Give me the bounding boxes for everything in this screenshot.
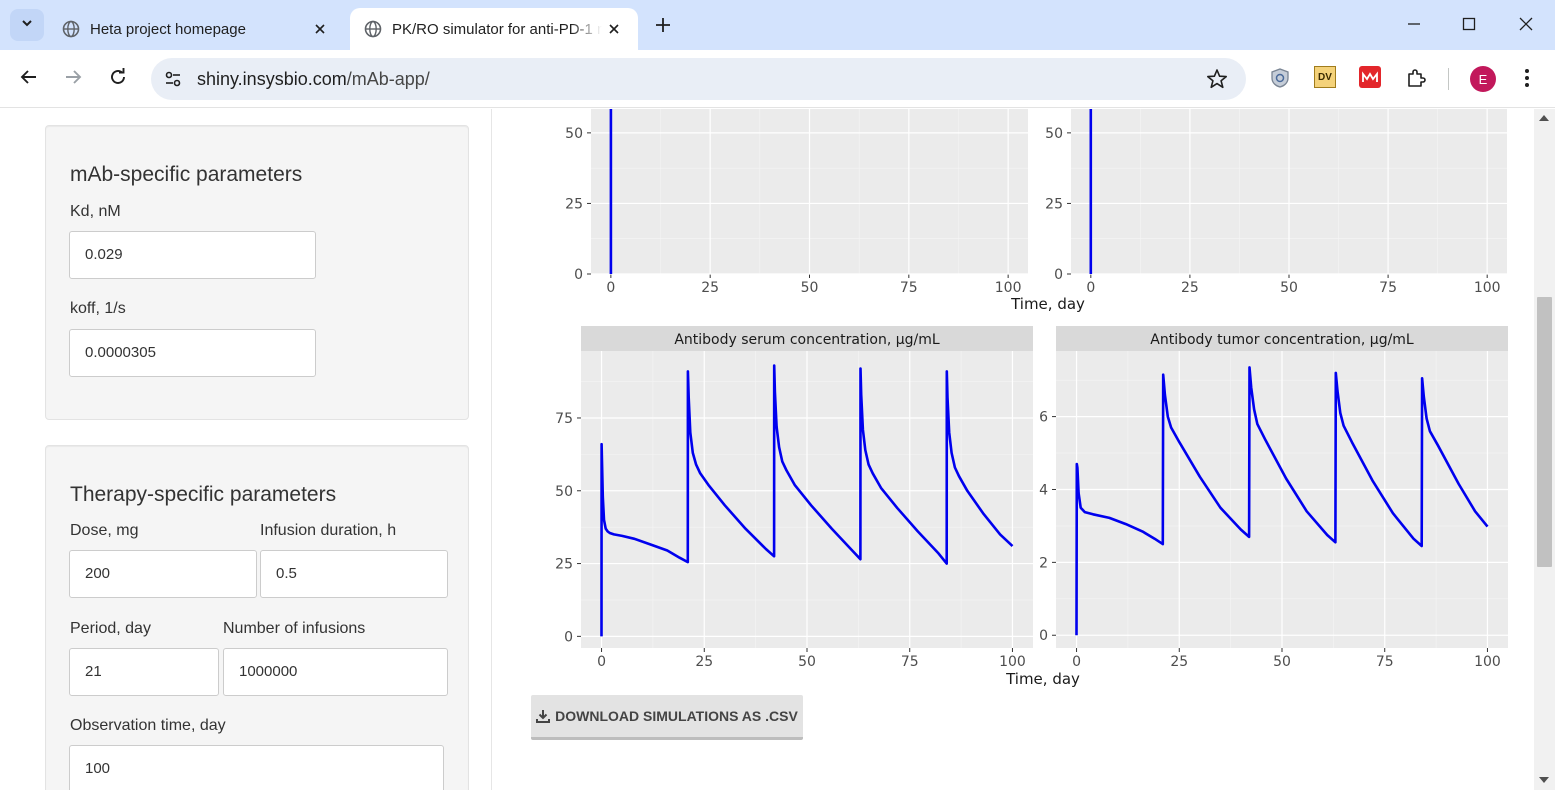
new-tab-button[interactable] [650, 14, 676, 40]
y-tick-label: 50 [565, 126, 583, 142]
url-path: /mAb-app/ [346, 69, 430, 89]
close-window-button[interactable] [1512, 12, 1540, 40]
x-axis-title: Time, day [1010, 295, 1085, 313]
facet-title: Antibody serum concentration, µg/mL [674, 332, 940, 348]
scroll-up-icon[interactable] [1539, 115, 1549, 121]
globe-icon [62, 20, 80, 38]
facet-title: Antibody tumor concentration, µg/mL [1150, 332, 1414, 348]
back-button[interactable] [15, 65, 43, 93]
x-tick-label: 25 [1181, 280, 1199, 296]
y-tick-label: 0 [564, 629, 573, 645]
y-tick-label: 25 [565, 196, 583, 212]
globe-icon [364, 20, 382, 38]
y-tick-label: 0 [1039, 628, 1048, 644]
arrow-left-icon [20, 68, 38, 91]
tab-simulator[interactable]: PK/RO simulator for anti-PD-1 mAb [350, 8, 638, 50]
chart-panel-2: 0 25 50 75 100 0 25 50 [1045, 109, 1507, 296]
chart-panel-4: 0 25 50 75 100 0 2 4 6 Antibody tumor concentrati… [1039, 326, 1508, 670]
scroll-down-icon[interactable] [1539, 777, 1549, 783]
url-text: shiny.insysbio.com/mAb-app/ [197, 69, 430, 90]
page-scrollbar[interactable] [1534, 109, 1555, 790]
dv-extension-icon[interactable]: DV [1314, 66, 1336, 88]
x-tick-label: 75 [901, 654, 919, 670]
close-icon[interactable] [310, 19, 330, 39]
url-host: shiny.insysbio.com [197, 69, 347, 89]
x-tick-label: 100 [1474, 654, 1501, 670]
tab-title: Heta project homepage [90, 20, 246, 38]
scroll-thumb[interactable] [1537, 297, 1552, 567]
close-icon[interactable] [604, 19, 624, 39]
profile-avatar[interactable]: E [1470, 66, 1496, 92]
x-tick-label: 100 [999, 654, 1026, 670]
site-settings-icon[interactable] [161, 67, 185, 91]
page-viewport: mAb-specific parameters Kd, nM 0.029 kof… [0, 109, 1555, 790]
y-tick-label: 6 [1039, 410, 1048, 426]
tab-title: PK/RO simulator for anti-PD-1 mAb [392, 20, 602, 38]
y-tick-label: 4 [1039, 482, 1048, 498]
tab-heta[interactable]: Heta project homepage [48, 8, 344, 50]
x-tick-label: 25 [695, 654, 713, 670]
x-tick-label: 50 [798, 654, 816, 670]
y-tick-label: 0 [574, 267, 583, 283]
y-tick-label: 50 [555, 484, 573, 500]
download-csv-button[interactable]: DOWNLOAD SIMULATIONS AS .CSV [531, 695, 803, 740]
bookmark-star-icon[interactable] [1206, 68, 1228, 90]
x-tick-label: 25 [1170, 654, 1188, 670]
y-tick-label: 2 [1039, 555, 1048, 571]
y-tick-label: 25 [1045, 196, 1063, 212]
x-axis-title: Time, day [1005, 670, 1080, 688]
minimize-icon [1407, 17, 1421, 36]
close-icon [1519, 17, 1533, 36]
x-tick-label: 0 [1086, 280, 1095, 296]
y-tick-label: 0 [1054, 267, 1063, 283]
x-tick-label: 50 [801, 280, 819, 296]
maximize-icon [1462, 17, 1476, 36]
x-tick-label: 0 [1072, 654, 1081, 670]
tab-search-button[interactable] [10, 9, 44, 41]
reload-button[interactable] [104, 65, 132, 93]
toolbar-separator [1448, 68, 1449, 90]
maximize-button[interactable] [1455, 12, 1483, 40]
x-tick-label: 0 [606, 280, 615, 296]
more-menu-icon[interactable] [1515, 66, 1539, 90]
x-tick-label: 75 [1379, 280, 1397, 296]
y-tick-label: 50 [1045, 126, 1063, 142]
x-tick-label: 25 [701, 280, 719, 296]
download-label: DOWNLOAD SIMULATIONS AS .CSV [555, 708, 798, 724]
x-tick-label: 50 [1280, 280, 1298, 296]
forward-button[interactable] [59, 65, 87, 93]
tab-strip: Heta project homepage PK/RO simulator fo… [0, 0, 1555, 50]
x-tick-label: 100 [995, 280, 1022, 296]
chart-panel-3: 0 25 50 75 100 0 25 50 75 Antibody serum concentr… [555, 326, 1033, 670]
avatar-letter: E [1478, 71, 1488, 87]
y-tick-label: 25 [555, 557, 573, 573]
chevron-down-icon [20, 16, 34, 35]
x-tick-label: 0 [597, 654, 606, 670]
arrow-right-icon [64, 68, 82, 91]
x-tick-label: 75 [1376, 654, 1394, 670]
reload-icon [109, 67, 127, 91]
download-icon [536, 709, 551, 723]
address-bar[interactable]: shiny.insysbio.com/mAb-app/ [151, 58, 1246, 100]
y-tick-label: 75 [555, 411, 573, 427]
puzzle-extensions-icon[interactable] [1404, 66, 1428, 90]
simulation-plots: 0 25 50 75 100 0 25 50 0 25 50 75 100 0 25 50 0 25 50 75 100… [555, 109, 1508, 688]
x-tick-label: 50 [1273, 654, 1291, 670]
x-tick-label: 75 [900, 280, 918, 296]
mendeley-extension-icon[interactable] [1359, 66, 1381, 88]
plus-icon [655, 17, 671, 38]
browser-toolbar: shiny.insysbio.com/mAb-app/ DV E [0, 50, 1555, 108]
chart-panel-1: 0 25 50 75 100 0 25 50 [565, 109, 1028, 296]
shield-extension-icon[interactable] [1268, 66, 1292, 90]
minimize-button[interactable] [1400, 12, 1428, 40]
x-tick-label: 100 [1474, 280, 1501, 296]
dv-extension-label: DV [1318, 71, 1332, 83]
